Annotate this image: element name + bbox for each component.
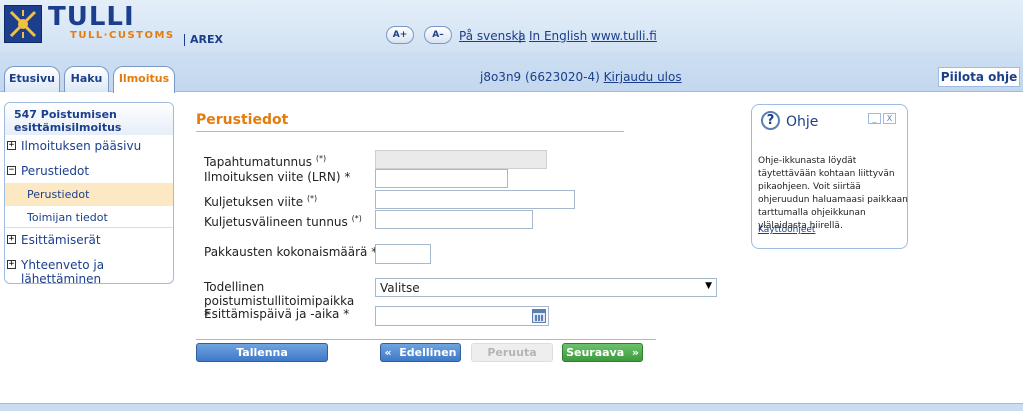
close-icon[interactable]: X [883, 113, 896, 124]
user-id: j8o3n9 (6623020-4) [480, 70, 600, 84]
brand-title: TULLI [48, 2, 135, 32]
esittamispaiva-label: Esittämispäivä ja -aika * [204, 307, 350, 321]
help-text: Ohje-ikkunasta löydät täytettävään kohta… [758, 156, 908, 231]
app-header: TULLI TULL·CUSTOMS AREX A+ A– På svenska… [0, 0, 1023, 52]
expand-icon[interactable]: + [7, 141, 16, 150]
collapse-icon[interactable]: − [7, 166, 16, 175]
optional-marker: (*) [306, 194, 318, 203]
double-right-arrow-icon: » [631, 346, 639, 359]
previous-button[interactable]: « Edellinen [380, 343, 461, 362]
tulli-website-link[interactable]: www.tulli.fi [591, 29, 657, 43]
tab-ilmoitus[interactable]: Ilmoitus [113, 66, 175, 93]
previous-button-label: Edellinen [399, 346, 457, 359]
logout-link[interactable]: Kirjaudu ulos [604, 70, 682, 84]
calendar-icon[interactable] [532, 309, 546, 323]
sidebar-item-label: Esittämiserät [21, 233, 101, 247]
app-name: AREX [190, 33, 223, 46]
pakkausten-kokonaismaara-label: Pakkausten kokonaismäärä * [204, 245, 378, 259]
poistumistullitoimipaikka-select[interactable]: Valitse ▼ [375, 278, 717, 297]
kuljetusvalineen-tunnus-input[interactable] [375, 210, 533, 229]
lrn-label: Ilmoituksen viite (LRN) * [204, 170, 351, 184]
cancel-button[interactable]: Peruuta [471, 343, 553, 362]
expand-icon[interactable]: + [7, 260, 16, 269]
pakkausten-kokonaismaara-input[interactable] [375, 244, 431, 264]
title-divider [196, 131, 624, 132]
kuljetuksen-viite-label: Kuljetuksen viite (*) [204, 194, 318, 209]
sidebar-item-label: Ilmoituksen pääsivu [21, 139, 142, 153]
double-left-arrow-icon: « [384, 346, 392, 359]
tulli-logo [4, 5, 42, 43]
sidebar-item-perustiedot[interactable]: − Perustiedot [5, 162, 173, 184]
tab-haku[interactable]: Haku [64, 66, 109, 92]
optional-marker: (*) [315, 154, 327, 163]
tulli-emblem-icon [5, 6, 41, 42]
form-divider [196, 339, 656, 340]
font-decrease-button[interactable]: A– [424, 26, 452, 44]
sidebar-item-ilmoituksen-paasivu[interactable]: + Ilmoituksen pääsivu [5, 137, 173, 159]
kuljetusvalineen-tunnus-label: Kuljetusvälineen tunnus (*) [204, 214, 362, 229]
page-footer [0, 403, 1023, 411]
sidebar-item-label: Yhteenveto ja lähettäminen [21, 258, 105, 284]
brand-subtitle: TULL·CUSTOMS [70, 30, 175, 41]
font-increase-button[interactable]: A+ [386, 26, 414, 44]
select-value: Valitse [380, 281, 420, 295]
tab-bar: Etusivu Haku Ilmoitus j8o3n9 (6623020-4)… [0, 52, 1023, 93]
next-button[interactable]: Seuraava » [562, 343, 643, 362]
save-draft-button[interactable]: Tallenna luonnoksena [196, 343, 328, 376]
kuljetuksen-viite-input[interactable] [375, 190, 575, 209]
user-info: j8o3n9 (6623020-4) Kirjaudu ulos [480, 70, 682, 84]
expand-icon[interactable]: + [7, 235, 16, 244]
lrn-input[interactable] [375, 169, 508, 188]
help-title: Ohje [786, 114, 819, 130]
help-panel[interactable]: ? Ohje _ X Ohje-ikkunasta löydät täytett… [751, 104, 908, 249]
user-guide-link[interactable]: Käyttöohjeet [758, 225, 815, 235]
hide-help-button[interactable]: Piilota ohje [938, 67, 1020, 87]
sidebar-subitem-toimijan-tiedot[interactable]: Toimijan tiedot [5, 206, 173, 228]
optional-marker: (*) [351, 214, 362, 223]
question-icon: ? [761, 111, 780, 130]
minimize-icon[interactable]: _ [868, 113, 881, 124]
english-language-link[interactable]: In English [529, 29, 587, 43]
brand-divider [184, 34, 185, 46]
link-separator: | [518, 29, 523, 43]
swedish-language-link[interactable]: På svenska [459, 29, 526, 43]
tapahtumatunnus-field [375, 150, 547, 169]
sidebar-item-esittamiserat[interactable]: + Esittämiserät [5, 231, 173, 253]
next-button-label: Seuraava [566, 346, 625, 359]
esittamispaiva-input[interactable] [375, 306, 549, 326]
sidebar-header: 547 Poistumisen esittämisilmoitus [5, 103, 173, 135]
sidebar-subitem-perustiedot[interactable]: Perustiedot [5, 183, 173, 206]
tapahtumatunnus-label: Tapahtumatunnus (*) [204, 154, 327, 169]
sidebar-item-label: Perustiedot [21, 164, 90, 178]
section-title: Perustiedot [196, 112, 289, 128]
sidebar-item-yhteenveto[interactable]: + Yhteenveto ja lähettäminen [5, 256, 173, 283]
sidebar-nav: 547 Poistumisen esittämisilmoitus + Ilmo… [4, 102, 174, 284]
tab-etusivu[interactable]: Etusivu [4, 66, 60, 92]
dropdown-arrow-icon: ▼ [705, 281, 712, 291]
